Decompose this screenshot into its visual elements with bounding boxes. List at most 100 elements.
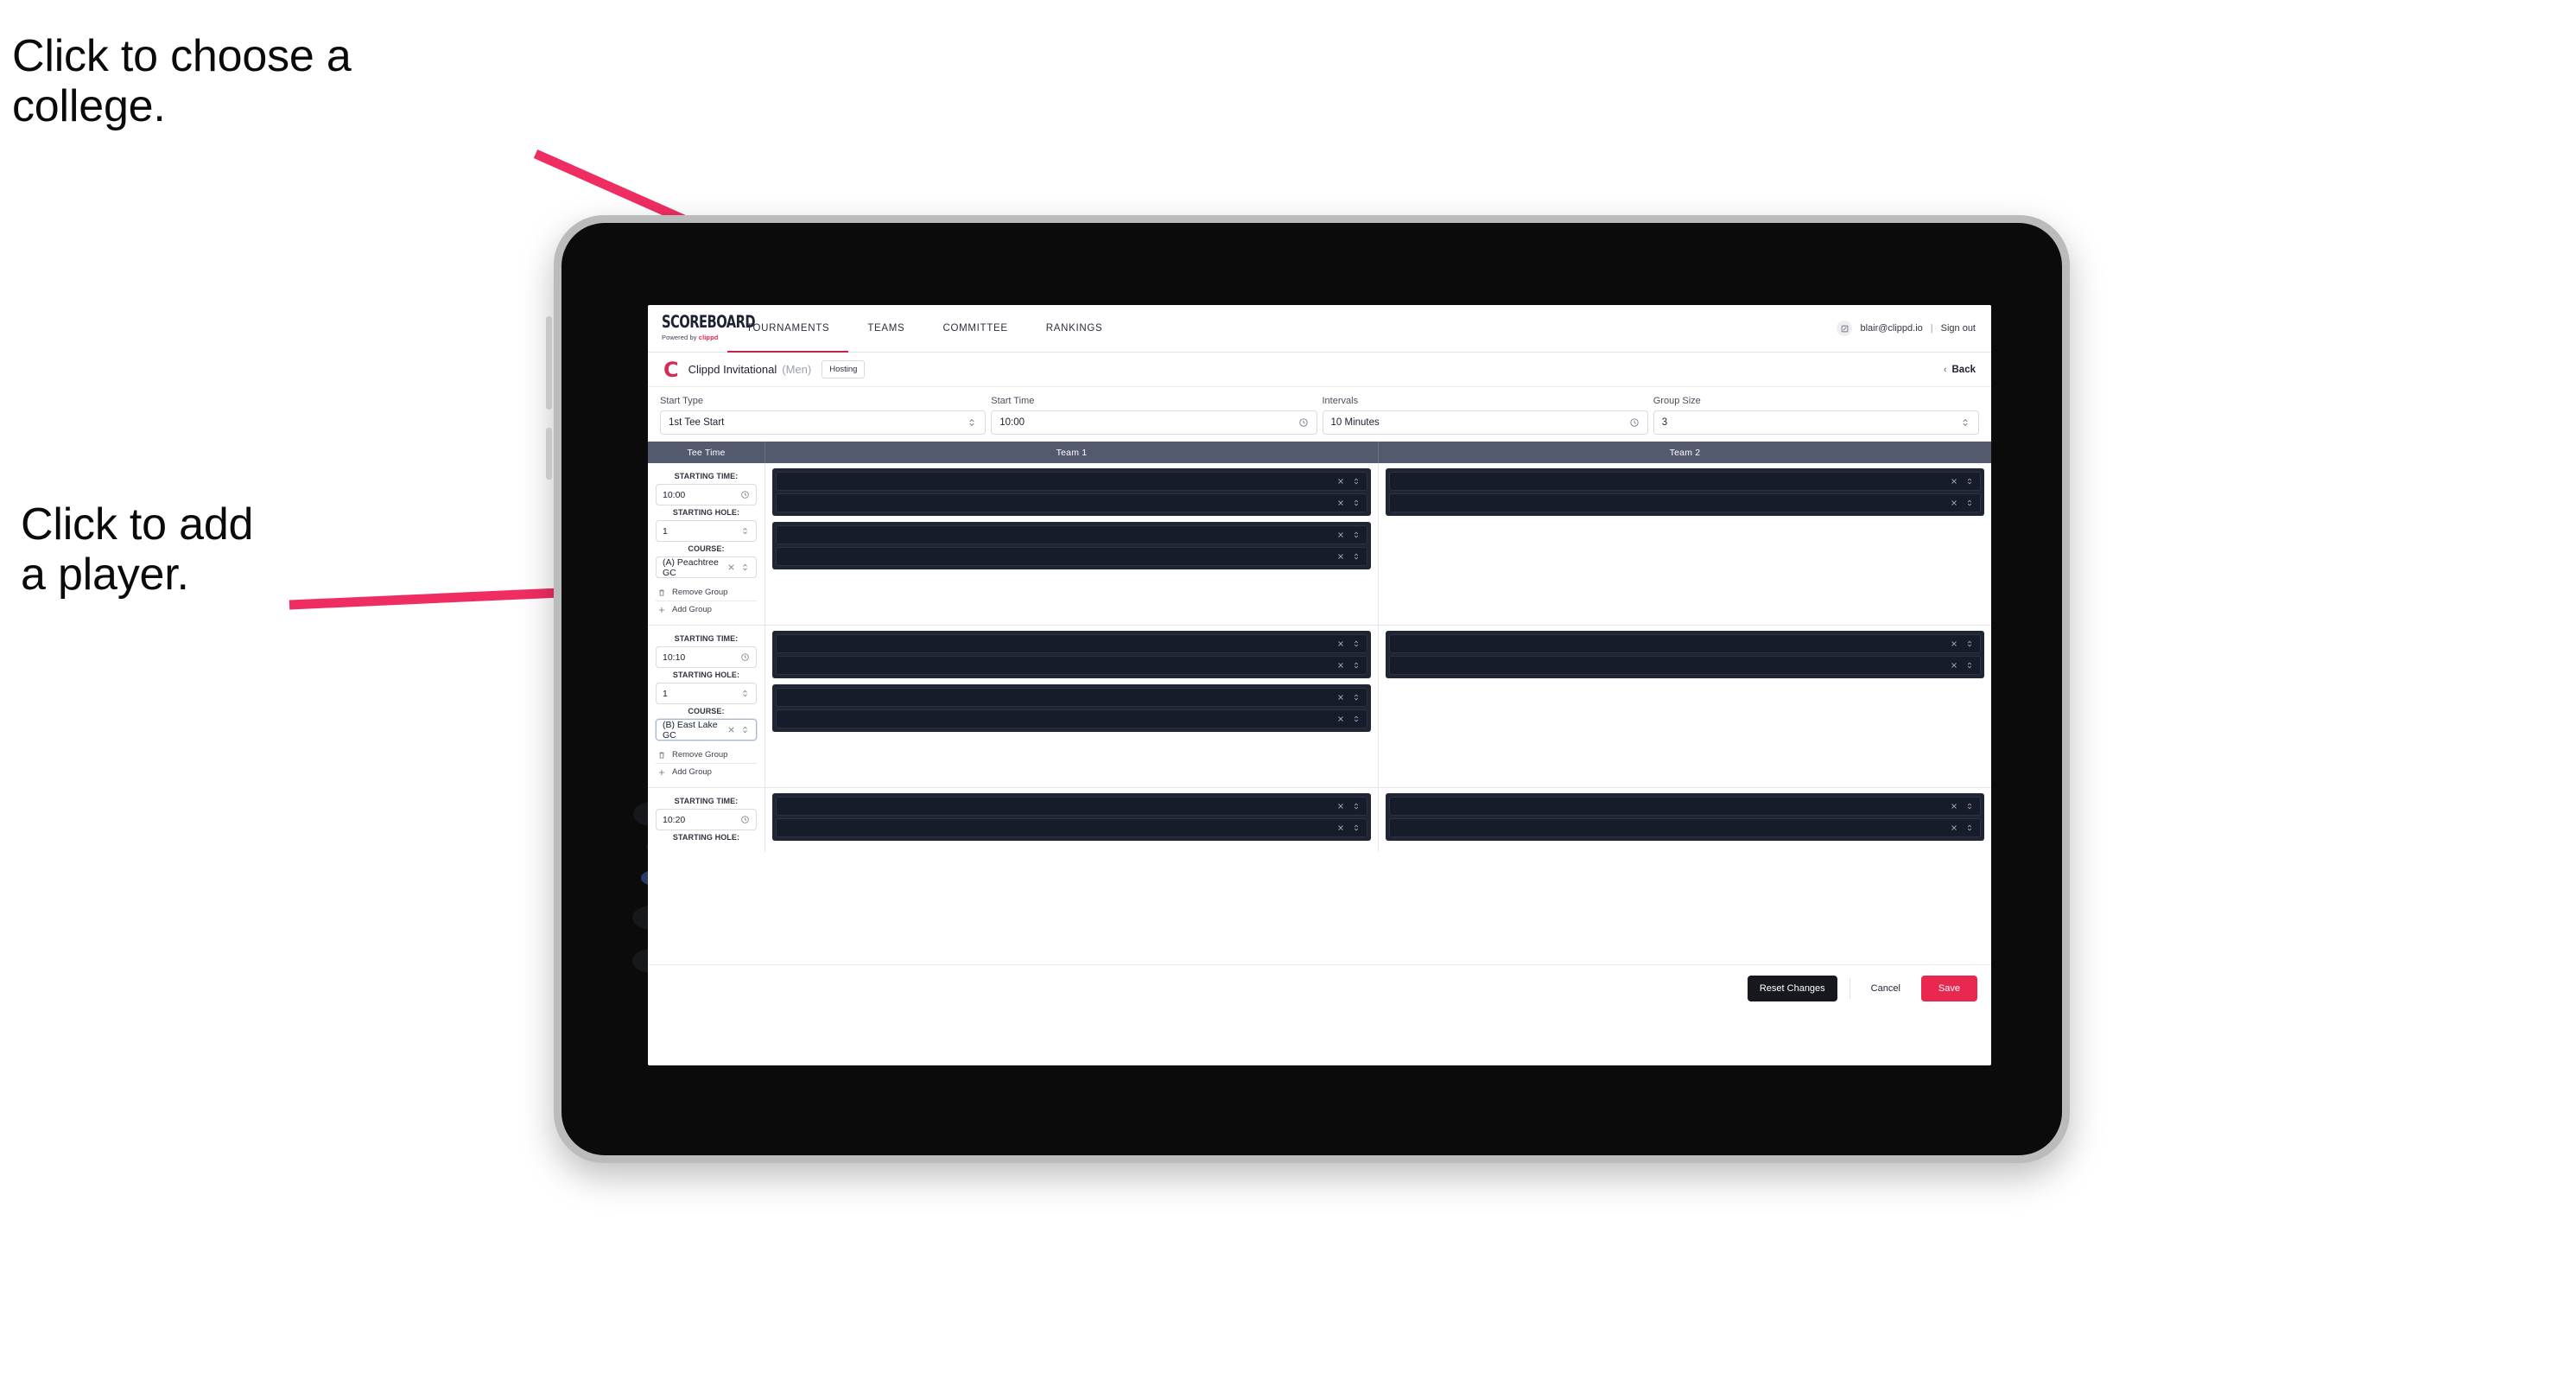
- course-field-icons[interactable]: [726, 725, 750, 734]
- nav-tab-rankings[interactable]: RANKINGS: [1027, 305, 1122, 352]
- nav-tab-committee[interactable]: COMMITTEE: [923, 305, 1026, 352]
- chevron-updown-icon: [1354, 715, 1359, 722]
- slot-icons[interactable]: [1336, 531, 1361, 539]
- back-button[interactable]: ‹ Back: [1944, 365, 1976, 375]
- slot-icons[interactable]: [1336, 639, 1361, 648]
- player-slot-block: [772, 468, 1371, 516]
- brand-tagline: Powered by clippd: [662, 334, 727, 341]
- slot-icons[interactable]: [1336, 823, 1361, 832]
- player-slot[interactable]: [1389, 656, 1981, 675]
- clock-icon[interactable]: [1629, 417, 1640, 428]
- reset-changes-button[interactable]: Reset Changes: [1747, 976, 1837, 1001]
- add-group-button[interactable]: Add Group: [656, 763, 757, 780]
- clock-icon[interactable]: [1298, 417, 1309, 428]
- player-slot[interactable]: [1389, 472, 1981, 491]
- tee-time-cell: STARTING TIME: 10:20 STARTING HOLE:: [648, 788, 765, 852]
- nav-tab-tournaments[interactable]: TOURNAMENTS: [727, 305, 849, 353]
- player-slot[interactable]: [776, 818, 1367, 837]
- stepper-icon[interactable]: [740, 689, 750, 698]
- slot-icons[interactable]: [1950, 661, 1974, 670]
- slot-icons[interactable]: [1950, 802, 1974, 811]
- slot-icons[interactable]: [1950, 477, 1974, 486]
- slot-icons[interactable]: [1336, 802, 1361, 811]
- group-size-select[interactable]: 3: [1653, 410, 1979, 435]
- sign-out-link[interactable]: Sign out: [1941, 323, 1976, 334]
- avatar[interactable]: [1837, 321, 1853, 336]
- starting-time-input[interactable]: 10:00: [656, 484, 757, 505]
- control-start-type: Start Type 1st Tee Start: [660, 396, 987, 435]
- starting-time-input[interactable]: 10:10: [656, 646, 757, 668]
- nav-tab-label: TOURNAMENTS: [746, 323, 830, 334]
- player-slot[interactable]: [1389, 818, 1981, 837]
- close-icon: [1338, 716, 1343, 722]
- player-slot[interactable]: [776, 656, 1367, 675]
- stepper-icon: [743, 563, 747, 571]
- close-icon: [1951, 804, 1957, 809]
- start-time-input[interactable]: 10:00: [991, 410, 1317, 435]
- tee-sheet-header-row: Tee Time Team 1 Team 2: [648, 442, 1991, 463]
- starting-time-input[interactable]: 10:20: [656, 809, 757, 830]
- slot-icons[interactable]: [1336, 499, 1361, 507]
- player-slot[interactable]: [776, 634, 1367, 653]
- close-icon: [1338, 554, 1343, 559]
- player-slot[interactable]: [1389, 797, 1981, 816]
- clock-icon[interactable]: [740, 815, 750, 824]
- course-select[interactable]: (B) East Lake GC: [656, 719, 757, 741]
- slot-icons[interactable]: [1336, 693, 1361, 702]
- slot-icons[interactable]: [1336, 661, 1361, 670]
- course-select[interactable]: (A) Peachtree GC: [656, 556, 757, 578]
- slot-icons[interactable]: [1336, 477, 1361, 486]
- save-button[interactable]: Save: [1920, 976, 1977, 1001]
- tee-sheet-body[interactable]: STARTING TIME: 10:00 STARTING HOLE: 1 CO…: [648, 463, 1991, 964]
- stepper-icon[interactable]: [967, 417, 977, 428]
- close-icon: [1338, 804, 1343, 809]
- course-field-icons[interactable]: [726, 563, 750, 572]
- close-icon: [728, 727, 734, 733]
- slot-icons[interactable]: [1336, 552, 1361, 561]
- remove-group-button[interactable]: Remove Group: [656, 584, 757, 601]
- slot-icons[interactable]: [1950, 639, 1974, 648]
- slot-icons[interactable]: [1950, 823, 1974, 832]
- slot-icons[interactable]: [1950, 499, 1974, 507]
- chevron-updown-icon: [1354, 662, 1359, 669]
- player-slot[interactable]: [1389, 493, 1981, 512]
- player-slot[interactable]: [776, 547, 1367, 566]
- column-header-team-1: Team 1: [765, 442, 1379, 463]
- stepper-icon[interactable]: [1960, 417, 1970, 428]
- player-slot[interactable]: [776, 797, 1367, 816]
- player-slot[interactable]: [776, 525, 1367, 544]
- starting-hole-input[interactable]: 1: [656, 520, 757, 542]
- control-label: Start Time: [991, 396, 1035, 406]
- slot-icons[interactable]: [1336, 715, 1361, 723]
- player-slot[interactable]: [1389, 634, 1981, 653]
- player-slot[interactable]: [776, 709, 1367, 728]
- course-value: (B) East Lake GC: [663, 719, 718, 741]
- player-slot[interactable]: [776, 688, 1367, 707]
- player-slot[interactable]: [776, 472, 1367, 491]
- start-type-select[interactable]: 1st Tee Start: [660, 410, 987, 435]
- player-slot[interactable]: [776, 493, 1367, 512]
- chevron-updown-icon: [1967, 803, 1972, 810]
- cancel-button[interactable]: Cancel: [1862, 976, 1909, 1001]
- team-2-cell: [1379, 626, 1991, 787]
- remove-group-button[interactable]: Remove Group: [656, 747, 757, 763]
- power-button[interactable]: [546, 428, 552, 480]
- nav-tab-teams[interactable]: TEAMS: [848, 305, 923, 352]
- volume-button[interactable]: [546, 316, 552, 410]
- brand-tagline-prefix: Powered by: [662, 334, 699, 341]
- add-group-label: Add Group: [672, 767, 712, 777]
- intervals-input[interactable]: 10 Minutes: [1322, 410, 1648, 435]
- starting-hole-label: STARTING HOLE:: [672, 671, 740, 679]
- stepper-icon[interactable]: [740, 526, 750, 536]
- close-icon: [1338, 532, 1343, 537]
- top-navigation-bar: SCOREBOARD Powered by clippd TOURNAMENTS…: [648, 305, 1991, 353]
- chevron-updown-icon: [1354, 478, 1359, 485]
- tablet-device-frame: SCOREBOARD Powered by clippd TOURNAMENTS…: [546, 215, 2070, 1163]
- brand-logo[interactable]: SCOREBOARD Powered by clippd: [648, 305, 756, 352]
- starting-hole-input[interactable]: 1: [656, 683, 757, 704]
- clock-icon[interactable]: [740, 652, 750, 662]
- control-group-size: Group Size 3: [1653, 396, 1979, 435]
- control-value: 3: [1661, 417, 1668, 428]
- add-group-button[interactable]: Add Group: [656, 601, 757, 618]
- clock-icon[interactable]: [740, 490, 750, 499]
